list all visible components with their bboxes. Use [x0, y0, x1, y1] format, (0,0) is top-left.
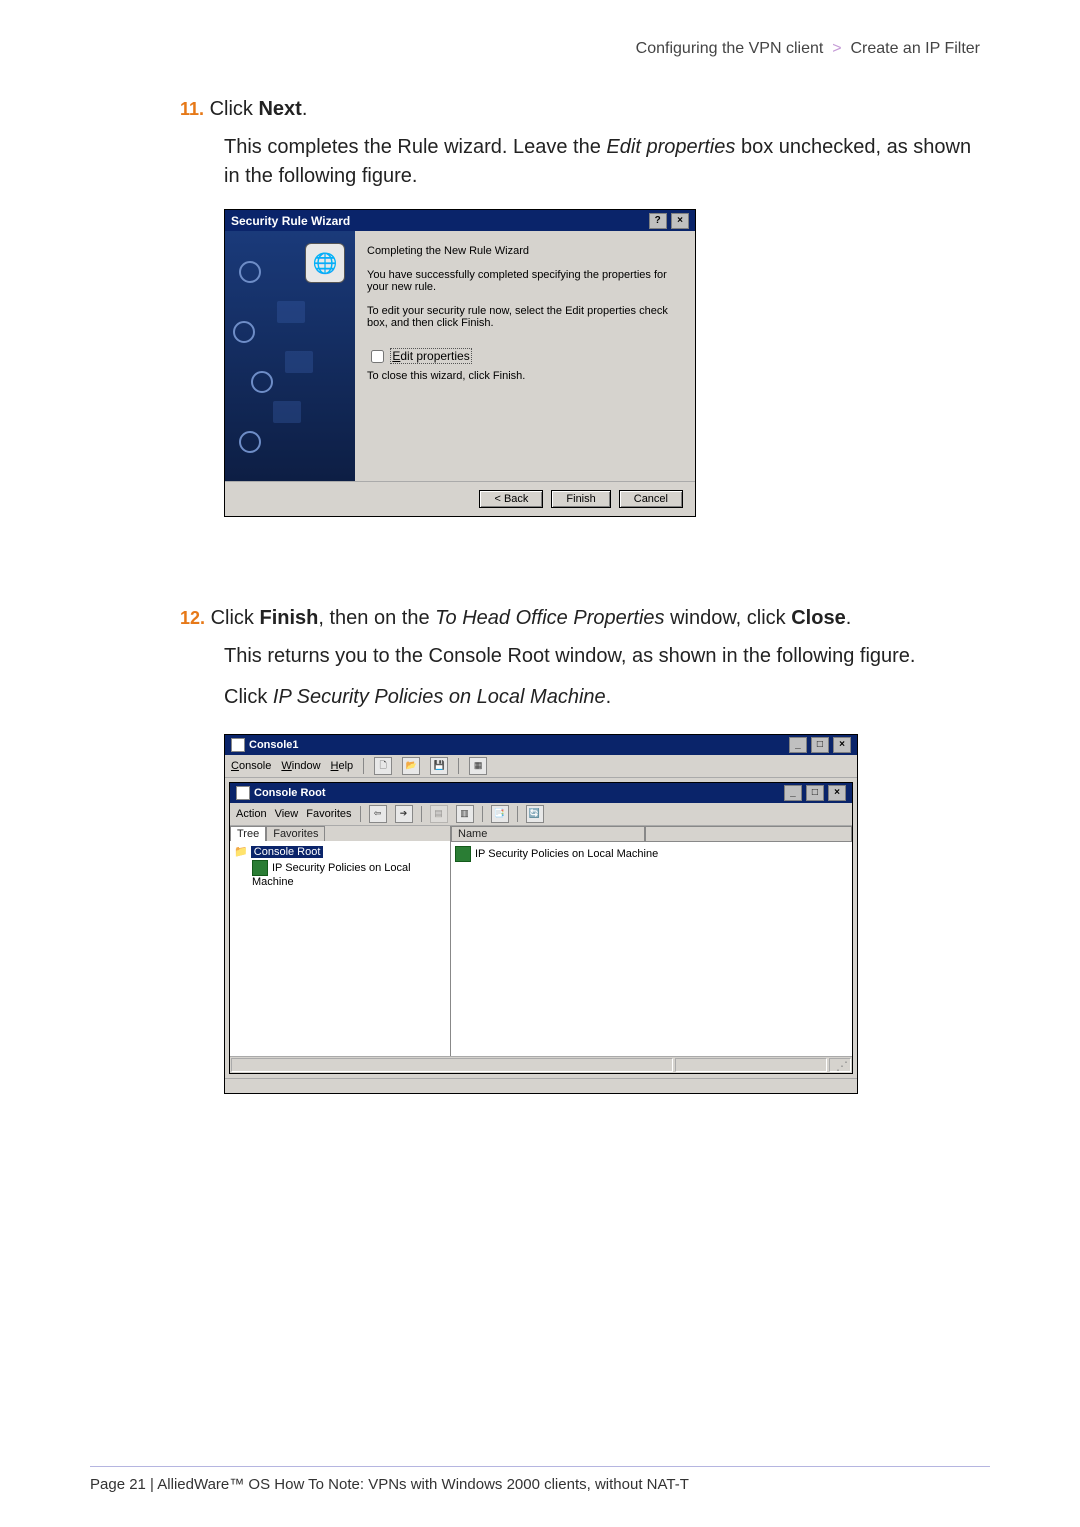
close-icon[interactable]: ×: [833, 737, 851, 753]
s12f: Close: [791, 607, 845, 629]
tab-tree[interactable]: Tree: [230, 826, 266, 841]
menu-view[interactable]: View: [275, 808, 299, 820]
subwindow-titlebar: Console Root _ □ ×: [230, 783, 852, 803]
open-icon[interactable]: 📂: [402, 757, 420, 775]
console-statusbar: [225, 1078, 857, 1093]
subwindow-statusbar: ⋰: [230, 1056, 852, 1073]
wizard-closeline: To close this wizard, click Finish.: [367, 370, 683, 382]
column-blank[interactable]: [645, 826, 852, 842]
menu-window[interactable]: Window: [281, 760, 320, 772]
close-icon[interactable]: ×: [671, 213, 689, 229]
wizard-content: Completing the New Rule Wizard You have …: [355, 231, 695, 481]
step-11-bold: Next: [258, 98, 301, 120]
step-11-lead: Click: [210, 98, 259, 120]
step-11-tail: .: [302, 98, 308, 120]
s12c: , then on the: [318, 607, 435, 629]
s12a: Click: [211, 607, 260, 629]
back-button[interactable]: < Back: [479, 490, 543, 508]
security-rule-wizard-dialog: Security Rule Wizard ? × 🌐: [224, 209, 696, 517]
wizard-title-text: Security Rule Wizard: [231, 214, 350, 228]
footer-rule: [90, 1466, 990, 1467]
console-titlebar: Console1 _ □ ×: [225, 735, 857, 755]
breadcrumb-arrow: >: [832, 40, 841, 57]
step-12-para2: Click IP Security Policies on Local Mach…: [224, 683, 990, 712]
maximize-icon[interactable]: □: [811, 737, 829, 753]
help-icon[interactable]: ?: [649, 213, 667, 229]
subwindow-title-text: Console Root: [254, 787, 326, 799]
wizard-line2: To edit your security rule now, select t…: [367, 305, 683, 329]
minimize-icon[interactable]: _: [789, 737, 807, 753]
tree-item-console-root[interactable]: 📁 Console Root: [234, 845, 446, 858]
console-title-text: Console1: [249, 739, 299, 751]
forward-icon[interactable]: ➔: [395, 805, 413, 823]
breadcrumb: Configuring the VPN client > Create an I…: [180, 40, 980, 58]
breadcrumb-section: Configuring the VPN client: [636, 40, 824, 57]
s12d: To Head Office Properties: [435, 607, 664, 629]
step-11-body: This completes the Rule wizard. Leave th…: [224, 133, 990, 191]
wizard-buttons: < Back Finish Cancel: [225, 481, 695, 516]
step-12-number: 12.: [180, 608, 205, 628]
subwindow-menubar: Action View Favorites ⇦ ➔ ▤ ▥ 📑 🔄 Action…: [230, 803, 852, 826]
finish-button[interactable]: Finish: [551, 490, 610, 508]
tab-favorites[interactable]: Favorites: [266, 826, 325, 841]
list-icon[interactable]: ▥: [456, 805, 474, 823]
globe-icon: 🌐: [305, 243, 345, 283]
wizard-titlebar: Security Rule Wizard ? ×: [225, 210, 695, 231]
new-icon[interactable]: 🗋: [374, 757, 392, 775]
s12b: Finish: [259, 607, 318, 629]
policy-icon: [252, 860, 268, 876]
page-footer: Page 21 | AlliedWare™ OS How To Note: VP…: [90, 1476, 689, 1493]
up-icon: ▤: [430, 805, 448, 823]
s12e: window, click: [665, 607, 792, 629]
step-12: 12. Click Finish, then on the To Head Of…: [180, 607, 990, 630]
step-11-number: 11.: [180, 99, 204, 119]
maximize-icon[interactable]: □: [806, 785, 824, 801]
close-icon[interactable]: ×: [828, 785, 846, 801]
step-12-para1: This returns you to the Console Root win…: [224, 642, 990, 671]
tree-item-ip-security[interactable]: IP Security Policies on Local Machine: [252, 860, 446, 888]
save-icon[interactable]: 💾: [430, 757, 448, 775]
policy-icon: [455, 846, 471, 862]
step-11-para-a: This completes the Rule wizard. Leave th…: [224, 136, 606, 158]
list-pane: Name IP Security Policies on Local Machi…: [451, 826, 852, 1056]
wizard-banner: 🌐: [225, 231, 355, 481]
cancel-button[interactable]: Cancel: [619, 490, 683, 508]
list-item-ip-security[interactable]: IP Security Policies on Local Machine: [455, 846, 848, 862]
refresh-icon[interactable]: 🔄: [526, 805, 544, 823]
s12p2b: IP Security Policies on Local Machine: [273, 686, 606, 708]
step-11-para-b: Edit properties: [606, 136, 735, 158]
menu-favorites[interactable]: Favorites: [306, 808, 351, 820]
wizard-heading: Completing the New Rule Wizard: [367, 245, 683, 257]
step-11: 11. Click Next.: [180, 98, 990, 121]
resize-grip-icon[interactable]: ⋰: [829, 1058, 851, 1072]
column-name[interactable]: Name: [451, 826, 645, 842]
s12p2a: Click: [224, 686, 273, 708]
s12p2c: .: [606, 686, 612, 708]
console-root-subwindow: Console Root _ □ × Action View Favorites…: [229, 782, 853, 1074]
wizard-line1: You have successfully completed specifyi…: [367, 269, 683, 293]
toolbar-icon[interactable]: ▦: [469, 757, 487, 775]
minimize-icon[interactable]: _: [784, 785, 802, 801]
s12g: .: [846, 607, 852, 629]
export-icon[interactable]: 📑: [491, 805, 509, 823]
breadcrumb-page: Create an IP Filter: [850, 40, 980, 57]
menu-help[interactable]: Help: [331, 760, 354, 772]
edit-properties-label: EEdit propertiesdit properties: [390, 348, 471, 364]
menu-console[interactable]: Console: [231, 760, 271, 772]
tree-pane: Tree Favorites 📁 Console Root IP Securit…: [230, 826, 451, 1056]
console-menubar: Console Window Help 🗋 📂 💾 ▦ Console Wind…: [225, 755, 857, 778]
menu-action[interactable]: Action: [236, 808, 267, 820]
edit-properties-checkbox[interactable]: [371, 350, 384, 363]
edit-properties-checkbox-row[interactable]: EEdit propertiesdit properties: [367, 347, 683, 366]
back-icon[interactable]: ⇦: [369, 805, 387, 823]
console-window: Console1 _ □ × Console Window Help 🗋 📂 💾…: [224, 734, 858, 1094]
